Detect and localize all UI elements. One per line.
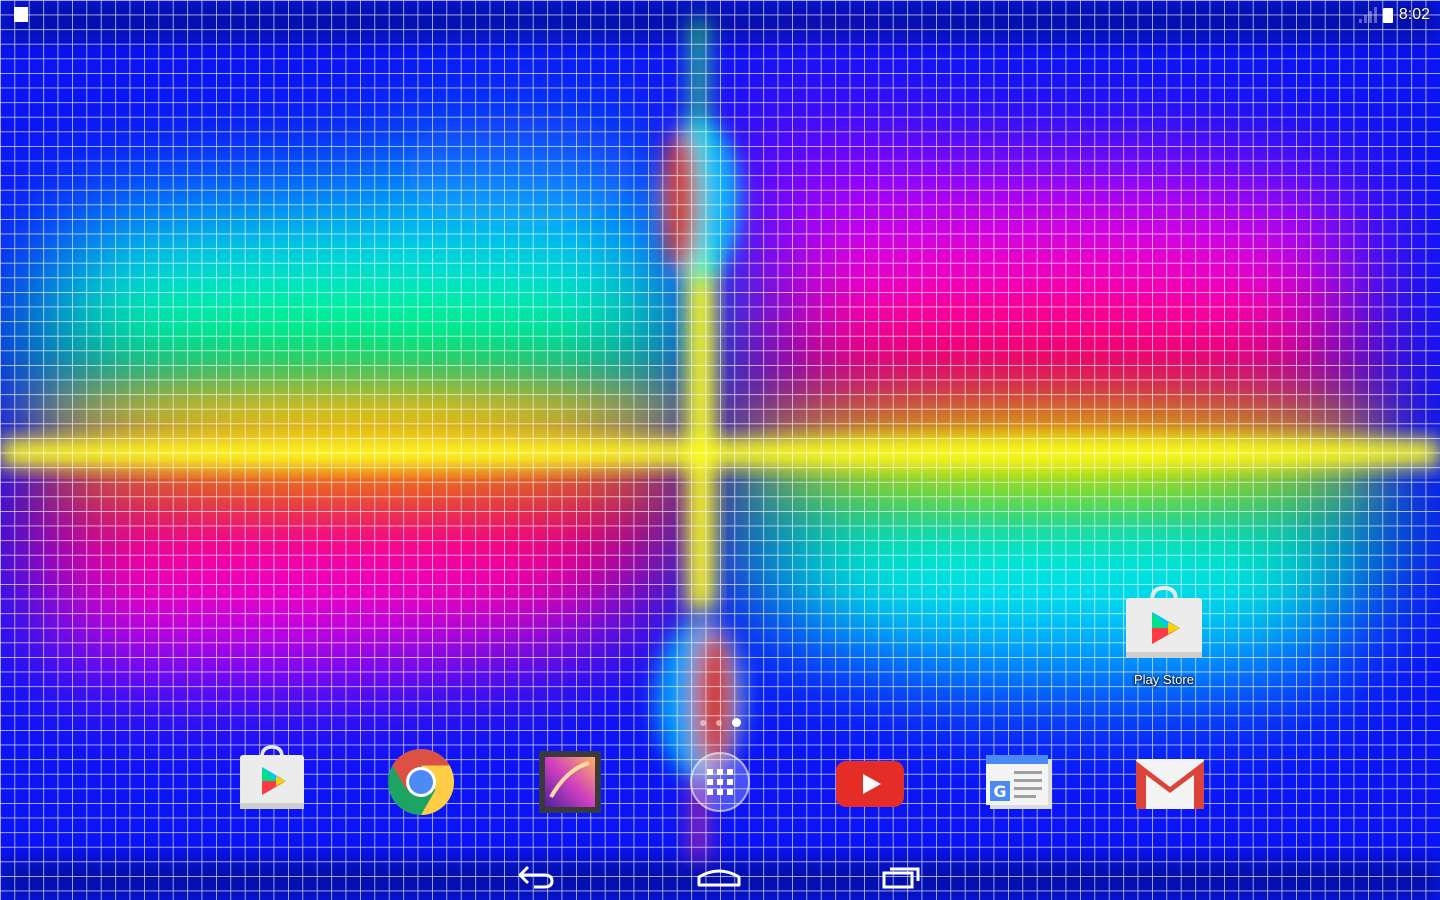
app-drawer-icon <box>690 752 750 812</box>
dock-app-youtube[interactable] <box>836 761 904 807</box>
dock-app-gallery[interactable] <box>537 749 603 815</box>
signal-icon <box>1358 7 1377 23</box>
dock: G <box>0 745 1440 825</box>
home-icon <box>697 869 741 887</box>
recents-button[interactable] <box>872 856 932 896</box>
dock-app-google-news[interactable]: G <box>986 755 1054 811</box>
gallery-icon <box>539 751 601 813</box>
status-bar: 8:02 <box>0 0 1440 28</box>
recents-icon <box>882 867 920 889</box>
status-right-area: 8:02 <box>1358 3 1430 27</box>
dock-app-chrome[interactable] <box>386 747 456 817</box>
youtube-icon <box>836 761 904 807</box>
desktop-app-play-store[interactable]: Play Store <box>1118 586 1210 687</box>
page-dot <box>716 719 722 726</box>
back-button[interactable] <box>506 856 566 896</box>
svg-text:G: G <box>993 782 1006 801</box>
play-store-icon <box>1126 586 1202 658</box>
notification-icon <box>14 7 28 22</box>
navigation-bar <box>0 848 1440 900</box>
home-button[interactable] <box>689 856 749 896</box>
page-indicator <box>700 718 741 727</box>
chrome-icon <box>388 749 455 815</box>
back-icon <box>518 865 554 889</box>
play-store-icon <box>240 745 304 809</box>
page-dot-active <box>732 718 741 727</box>
dock-app-drawer[interactable] <box>689 751 751 813</box>
gmail-icon <box>1136 759 1204 809</box>
page-dot <box>700 719 706 726</box>
google-news-icon: G <box>986 755 1052 809</box>
battery-icon <box>1382 7 1393 23</box>
dock-app-play-store[interactable] <box>236 745 308 813</box>
dock-app-gmail[interactable] <box>1136 759 1204 809</box>
app-label: Play Store <box>1134 672 1194 687</box>
status-clock: 8:02 <box>1398 6 1430 23</box>
